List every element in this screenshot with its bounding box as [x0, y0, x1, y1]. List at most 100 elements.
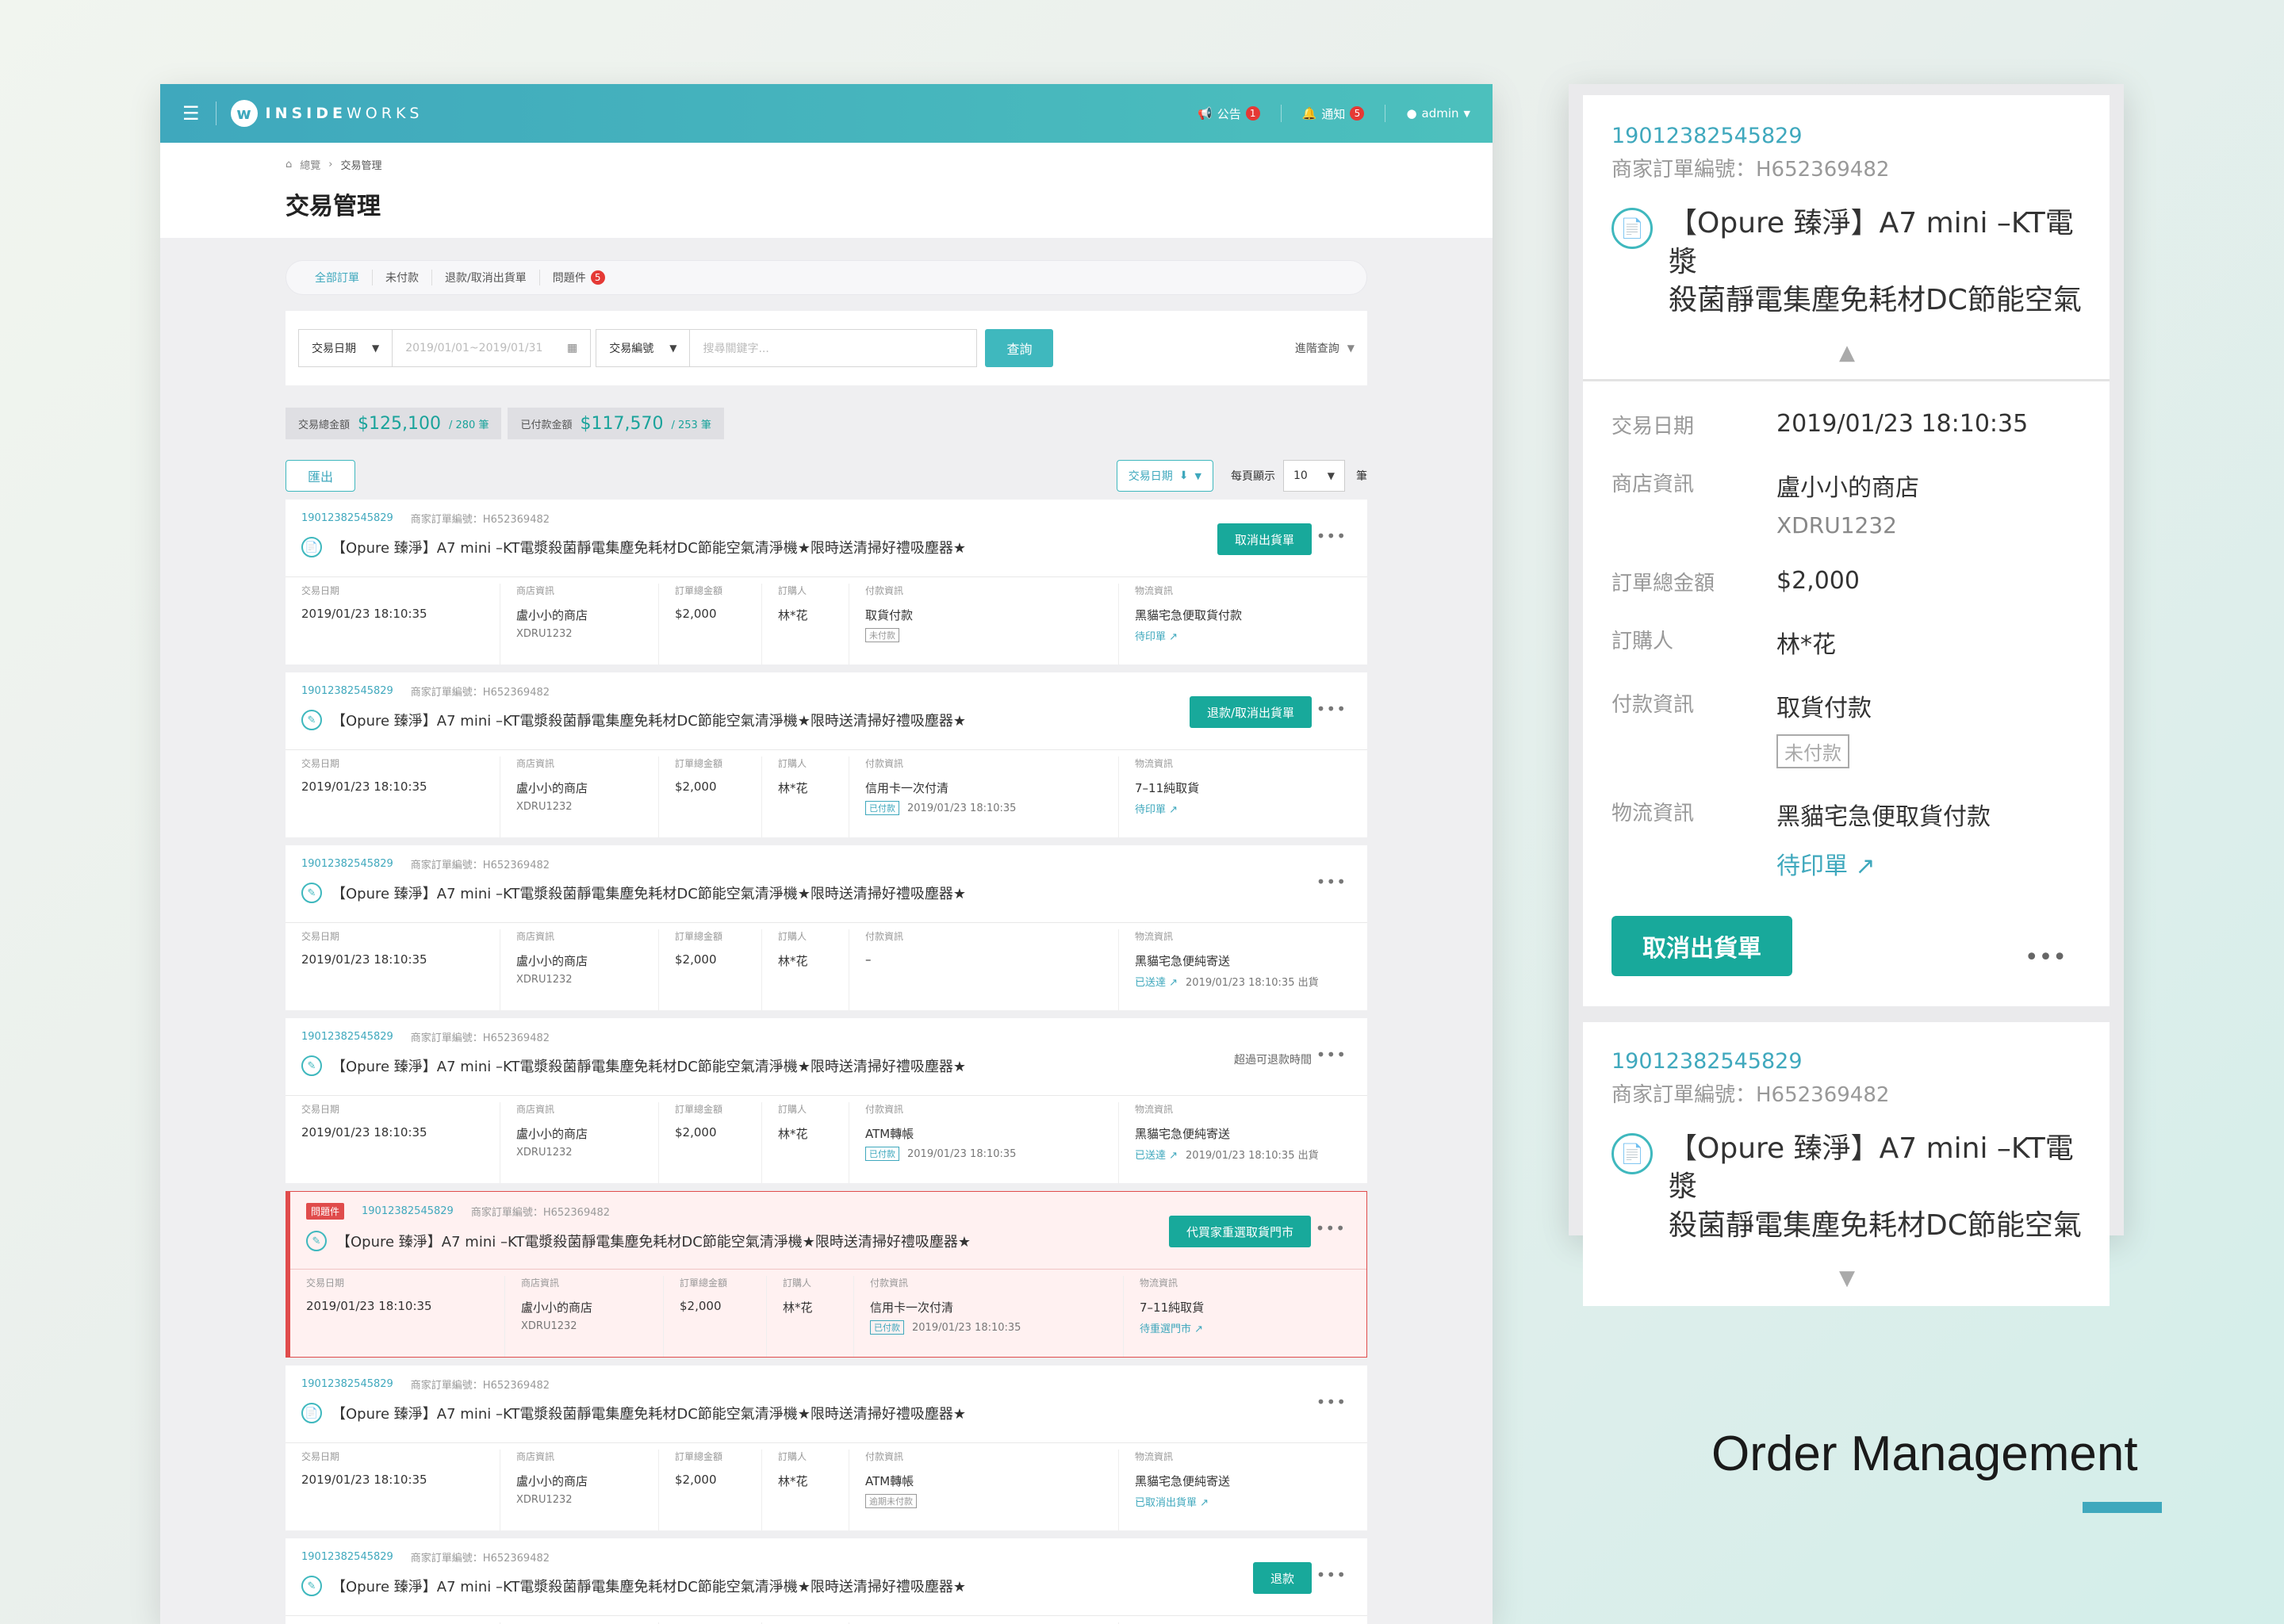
- payment-value: 信用卡一次付清: [865, 781, 949, 795]
- store-code: XDRU1232: [516, 801, 573, 813]
- order-id-link[interactable]: 19012382545829: [301, 1551, 393, 1563]
- date-value: 2019/01/23 18:10:35: [301, 779, 427, 794]
- date-value: 2019/01/23 18:10:35: [301, 1473, 427, 1487]
- home-icon[interactable]: ⌂: [286, 159, 292, 170]
- megaphone-icon: 📢: [1198, 106, 1213, 121]
- product-name: 【Opure 臻淨】A7 mini –KT電漿殺菌靜電集塵免耗材DC節能空氣清淨…: [331, 540, 967, 557]
- merchant-order-no: 商家訂單編號：H652369482: [410, 1032, 550, 1044]
- tab-unpaid[interactable]: 未付款: [373, 270, 432, 285]
- total-value: $2,000: [1776, 566, 1860, 595]
- order-id-link[interactable]: 19012382545829: [301, 1031, 393, 1043]
- date-type-select[interactable]: 交易日期 ▼: [298, 329, 393, 367]
- logistics-status-link[interactable]: 待印單 ↗: [1135, 801, 1178, 816]
- more-icon[interactable]: •••: [1316, 1565, 1347, 1584]
- logistics-value: 7–11純取貨: [1140, 1300, 1205, 1315]
- per-page-select[interactable]: 10 ▼: [1283, 460, 1345, 492]
- logistics-status-link[interactable]: 已送達 ↗: [1135, 1147, 1178, 1162]
- paid-amount-summary: 已付款金額 $117,570/ 253 筆: [508, 408, 724, 439]
- order-id-link[interactable]: 19012382545829: [301, 858, 393, 870]
- order-id-link[interactable]: 19012382545829: [301, 1378, 393, 1390]
- edit-icon: ✎: [306, 1231, 327, 1251]
- notification-button[interactable]: 🔔 通知 5: [1302, 105, 1365, 122]
- payment-status-tag: 已付款: [865, 801, 899, 815]
- mobile-order-panel: 19012382545829 商家訂單編號：H652369482 📄 【Opure…: [1569, 84, 2124, 1306]
- announcement-button[interactable]: 📢 公告 1: [1198, 105, 1260, 122]
- mobile-order-card[interactable]: 19012382545829 商家訂單編號：H652369482 📄 【Opure…: [1583, 95, 2110, 1006]
- order-card[interactable]: 19012382545829 商家訂單編號：H652369482 ✎ 【Opure …: [286, 845, 1367, 1010]
- filter-bar: 交易日期 ▼ 2019/01/01~2019/01/31 ▦ 交易編號 ▼ 搜尋關鍵字…: [286, 311, 1367, 385]
- tab-all-orders[interactable]: 全部訂單: [302, 270, 373, 285]
- logistics-status-link[interactable]: 待印單 ↗: [1135, 628, 1178, 643]
- search-type-select[interactable]: 交易編號 ▼: [596, 329, 691, 367]
- product-name: 【Opure 臻淨】A7 mini –KT電漿殺菌靜電集塵免耗材DC節能空氣清淨…: [331, 713, 967, 730]
- menu-icon[interactable]: ☰: [182, 102, 200, 124]
- more-icon[interactable]: •••: [1316, 1219, 1346, 1238]
- more-icon[interactable]: •••: [1316, 699, 1347, 718]
- buyer-value: 林*花: [778, 608, 808, 622]
- tab-problem[interactable]: 問題件 5: [540, 270, 618, 285]
- export-button[interactable]: 匯出: [286, 460, 355, 492]
- query-button[interactable]: 查詢: [985, 329, 1054, 367]
- paid-time: 2019/01/23 18:10:35: [907, 1147, 1017, 1160]
- merchant-order-no: 商家訂單編號：H652369482: [410, 860, 550, 871]
- more-icon[interactable]: •••: [2025, 944, 2067, 971]
- order-action-button[interactable]: 代買家重選取貨門市: [1168, 1216, 1311, 1247]
- advanced-search-button[interactable]: 進階查詢 ▼: [1295, 340, 1355, 356]
- order-card[interactable]: 19012382545829 商家訂單編號：H652369482 ✎ 【Opure …: [286, 1018, 1367, 1183]
- product-name: 【Opure 臻淨】A7 mini –KT電漿殺菌靜電集塵免耗材DC節能空氣清淨…: [331, 1059, 967, 1075]
- logistics-status-link[interactable]: 已送達 ↗: [1135, 974, 1178, 989]
- logistics-value: 黑貓宅急便純寄送: [1135, 1127, 1231, 1141]
- collapse-arrow-icon[interactable]: ▲: [1611, 341, 2083, 379]
- shipped-time: 2019/01/23 18:10:35 出貨: [1186, 1150, 1319, 1162]
- edit-icon: ✎: [301, 710, 322, 730]
- order-action-button[interactable]: 退款/取消出貨單: [1189, 696, 1312, 728]
- order-id-link[interactable]: 19012382545829: [1611, 1049, 2083, 1074]
- order-id-link[interactable]: 19012382545829: [362, 1205, 454, 1217]
- paid-time: 2019/01/23 18:10:35: [907, 802, 1017, 814]
- date-value: 2019/01/23 18:10:35: [301, 1125, 427, 1139]
- logistics-status-link[interactable]: 待印單 ↗: [1776, 846, 1991, 881]
- product-name: 【Opure 臻淨】A7 mini –KT電漿 殺菌靜電集塵免耗材DC節能空氣: [1669, 1132, 2082, 1242]
- order-id-link[interactable]: 19012382545829: [301, 512, 393, 524]
- logistics-value: 黑貓宅急便取貨付款: [1776, 802, 1991, 831]
- order-card[interactable]: 19012382545829 商家訂單編號：H652369482 ✎ 【Opure …: [286, 1538, 1367, 1624]
- order-card-problem[interactable]: 問題件 19012382545829 商家訂單編號：H652369482 ✎ 【Opu…: [286, 1191, 1367, 1358]
- order-action-button[interactable]: 退款: [1252, 1562, 1312, 1594]
- more-icon[interactable]: •••: [1316, 1392, 1347, 1411]
- sort-button[interactable]: 交易日期 ⬇ ▼: [1116, 460, 1213, 492]
- keyword-input[interactable]: 搜尋關鍵字...: [690, 329, 978, 367]
- store-name: 盧小小的商店: [516, 1127, 588, 1141]
- more-icon[interactable]: •••: [1316, 1045, 1347, 1064]
- order-card[interactable]: 19012382545829 商家訂單編號：H652369482 ✎ 【Opure …: [286, 672, 1367, 837]
- chevron-down-icon: ▼: [1347, 343, 1355, 354]
- cancel-shipment-button[interactable]: 取消出貨單: [1611, 915, 1792, 976]
- document-icon: 📄: [1611, 208, 1653, 249]
- total-value: $2,000: [680, 1299, 722, 1313]
- order-id-link[interactable]: 19012382545829: [301, 685, 393, 697]
- order-action-button[interactable]: 取消出貨單: [1217, 523, 1312, 555]
- calendar-icon: ▦: [567, 342, 578, 354]
- order-card[interactable]: 19012382545829 商家訂單編號：H652369482 📄 【Opure …: [286, 1365, 1367, 1530]
- bell-icon: 🔔: [1301, 106, 1317, 121]
- user-menu[interactable]: ● admin ▼: [1406, 106, 1470, 121]
- logistics-status-link[interactable]: 已取消出貨單 ↗: [1135, 1494, 1209, 1509]
- more-icon[interactable]: •••: [1316, 527, 1347, 546]
- expand-arrow-icon[interactable]: ▼: [1611, 1266, 2083, 1290]
- product-name: 【Opure 臻淨】A7 mini –KT電漿殺菌靜電集塵免耗材DC節能空氣清淨…: [331, 1579, 967, 1595]
- order-card[interactable]: 19012382545829 商家訂單編號：H652369482 📄 【Opure …: [286, 500, 1367, 665]
- tab-refund-cancel[interactable]: 退款/取消出貨單: [432, 270, 540, 285]
- payment-value: 取貨付款: [865, 608, 914, 622]
- merchant-order-no: 商家訂單編號：H652369482: [1611, 1082, 1890, 1107]
- chevron-down-icon: ▼: [1327, 470, 1335, 481]
- product-name: 【Opure 臻淨】A7 mini –KT電漿殺菌靜電集塵免耗材DC節能空氣清淨…: [336, 1234, 971, 1251]
- order-id-link[interactable]: 19012382545829: [1611, 124, 2083, 148]
- merchant-order-no: 商家訂單編號：H652369482: [470, 1207, 611, 1219]
- logistics-status-link[interactable]: 待重選門市 ↗: [1140, 1320, 1203, 1335]
- order-list: 19012382545829 商家訂單編號：H652369482 📄 【Opure …: [286, 500, 1367, 1624]
- date-range-input[interactable]: 2019/01/01~2019/01/31 ▦: [393, 329, 592, 367]
- logistics-value: 黑貓宅急便純寄送: [1135, 954, 1231, 968]
- product-name: 【Opure 臻淨】A7 mini –KT電漿殺菌靜電集塵免耗材DC節能空氣清淨…: [331, 1406, 967, 1423]
- store-name: 盧小小的商店: [516, 954, 588, 968]
- more-icon[interactable]: •••: [1316, 872, 1347, 891]
- mobile-order-card-collapsed[interactable]: 19012382545829 商家訂單編號：H652369482 📄 【Opure…: [1583, 1021, 2110, 1306]
